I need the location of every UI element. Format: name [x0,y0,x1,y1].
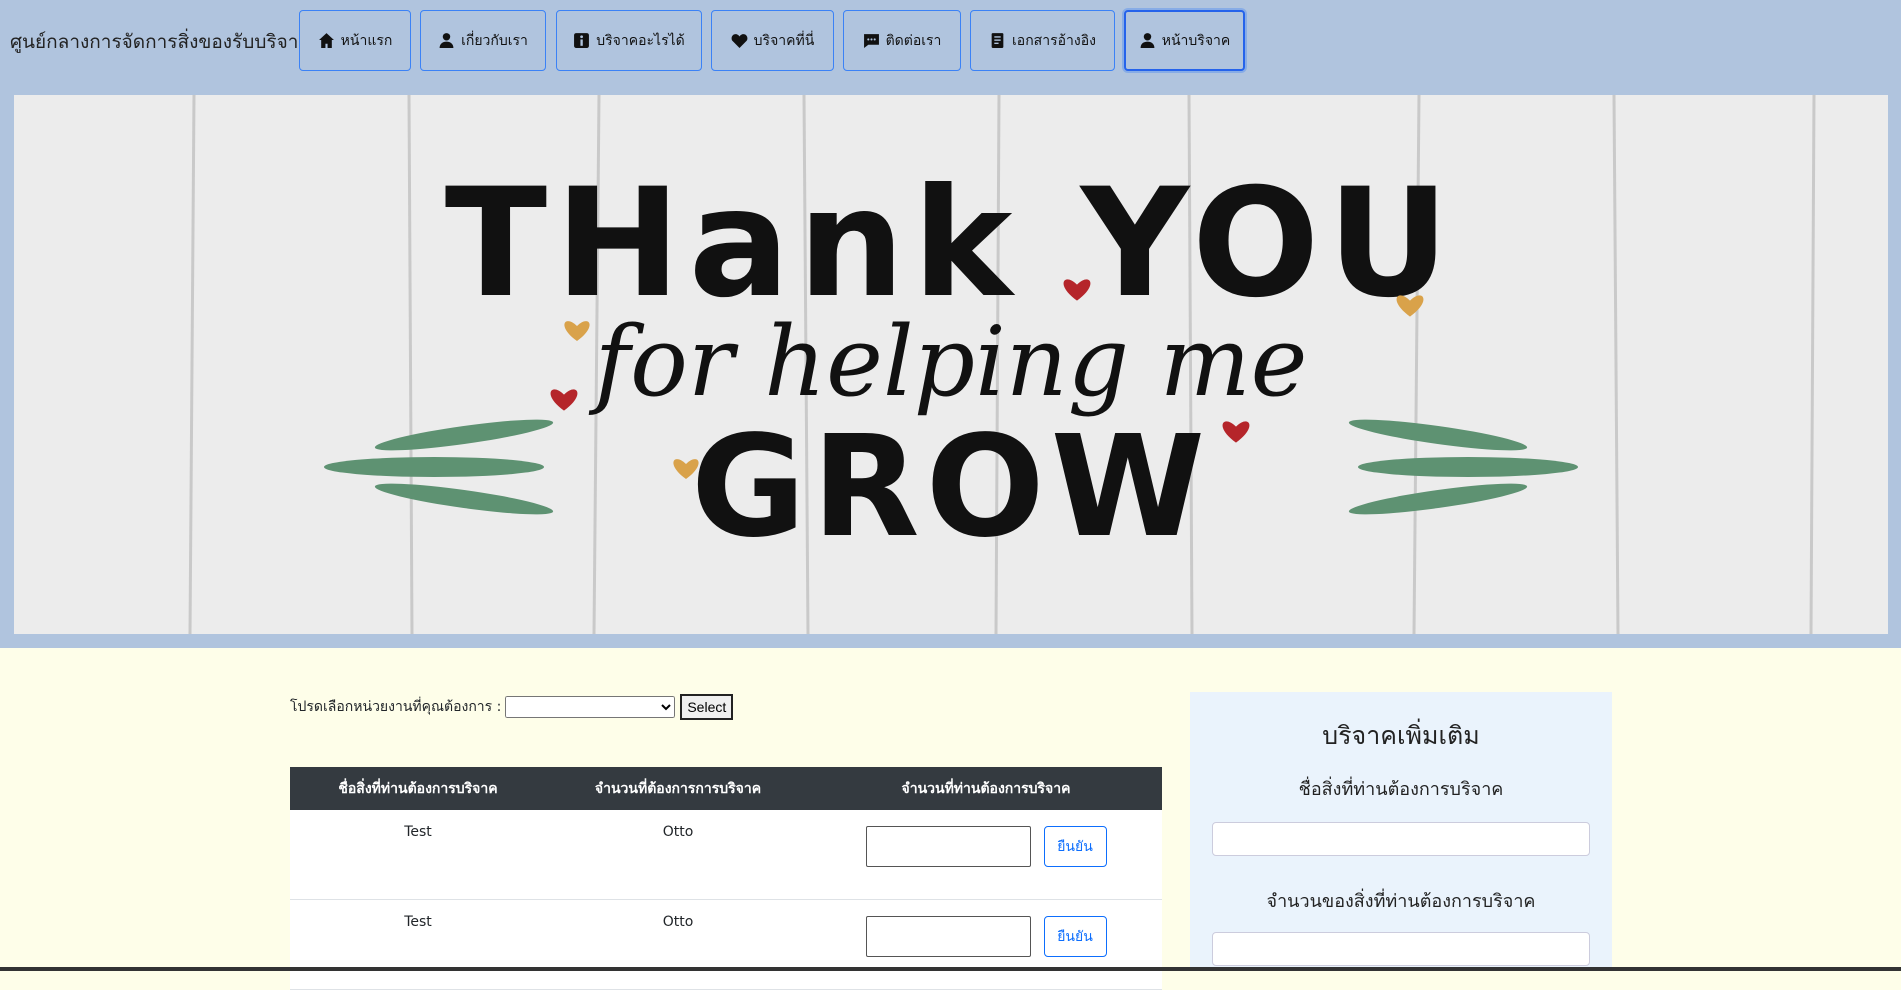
banner-line-1: THank YOU [445,157,1457,331]
person-icon [1140,33,1155,48]
item-name-input[interactable] [1212,822,1590,856]
heart-icon [731,34,748,48]
brand-title: ศูนย์กลางการจัดการสิ่งของรับบริจาค [10,31,312,53]
nav-label: หน้าแรก [340,32,393,49]
nav-label: บริจาคที่นี่ [753,32,815,49]
nav-label: บริจาคอะไรได้ [596,32,685,49]
item-name-label: ชื่อสิ่งที่ท่านต้องการบริจาค [1298,779,1504,800]
item-name-cell: Test [290,899,546,990]
nav-what-to-donate-button[interactable]: บริจาคอะไรได้ [556,10,702,71]
donate-amount-cell: ยืนยัน [810,899,1162,990]
column-header-item-name: ชื่อสิ่งที่ท่านต้องการบริจาค [290,767,546,810]
nav-label: ติดต่อเรา [885,32,942,49]
nav-home-button[interactable]: หน้าแรก [299,10,411,71]
nav-donation-page-button[interactable]: หน้าบริจาค [1124,10,1245,71]
chat-icon [863,34,879,48]
banner-line-2: for helping me [589,306,1308,418]
additional-donation-panel: บริจาคเพิ่มเติม ชื่อสิ่งที่ท่านต้องการบร… [1190,692,1612,971]
document-icon [991,33,1004,48]
amount-needed-cell: Otto [546,810,810,900]
info-icon [574,33,590,48]
nav-about-button[interactable]: เกี่ยวกับเรา [420,10,546,71]
nav-label: หน้าบริจาค [1161,32,1231,49]
confirm-button[interactable]: ยืนยัน [1043,826,1107,867]
window-bottom-edge [0,967,1901,971]
person-icon [439,33,454,48]
panel-title: บริจาคเพิ่มเติม [1322,721,1480,750]
item-name-cell: Test [290,810,546,900]
donate-amount-cell: ยืนยัน [810,810,1162,900]
item-qty-input[interactable] [1212,932,1590,966]
donation-table: ชื่อสิ่งที่ท่านต้องการบริจาค จำนวนที่ต้อ… [290,767,1162,990]
select-button[interactable]: Select [680,694,734,720]
agency-selector-label: โปรดเลือกหน่วยงานที่คุณต้องการ : [290,699,502,715]
table-row: Test Otto ยืนยัน [290,810,1162,900]
amount-needed-cell: Otto [546,899,810,990]
nav-contact-button[interactable]: ติดต่อเรา [843,10,961,71]
donate-amount-input[interactable] [865,826,1031,867]
confirm-button[interactable]: ยืนยัน [1043,916,1107,957]
donate-amount-input[interactable] [865,916,1031,957]
home-icon [318,33,334,48]
column-header-amount-to-donate: จำนวนที่ท่านต้องการบริจาค [810,767,1162,810]
table-row: Test Otto ยืนยัน [290,899,1162,990]
column-header-amount-needed: จำนวนที่ต้องการการบริจาค [546,767,810,810]
nav-references-button[interactable]: เอกสารอ้างอิง [970,10,1115,71]
nav-label: เอกสารอ้างอิง [1012,32,1096,49]
thank-you-banner: THank YOU for helping me GROW [14,95,1888,634]
agency-selector: โปรดเลือกหน่วยงานที่คุณต้องการ : Select [290,694,734,720]
table-header-row: ชื่อสิ่งที่ท่านต้องการบริจาค จำนวนที่ต้อ… [290,767,1162,810]
nav-donate-here-button[interactable]: บริจาคที่นี่ [711,10,834,71]
banner-line-3: GROW [691,406,1211,569]
item-qty-label: จำนวนของสิ่งที่ท่านต้องการบริจาค [1266,891,1536,912]
nav-label: เกี่ยวกับเรา [461,32,528,49]
banner-artwork: THank YOU for helping me GROW [14,95,1888,634]
header: ศูนย์กลางการจัดการสิ่งของรับบริจาค หน้าแ… [0,0,1901,648]
agency-select[interactable] [505,696,676,718]
